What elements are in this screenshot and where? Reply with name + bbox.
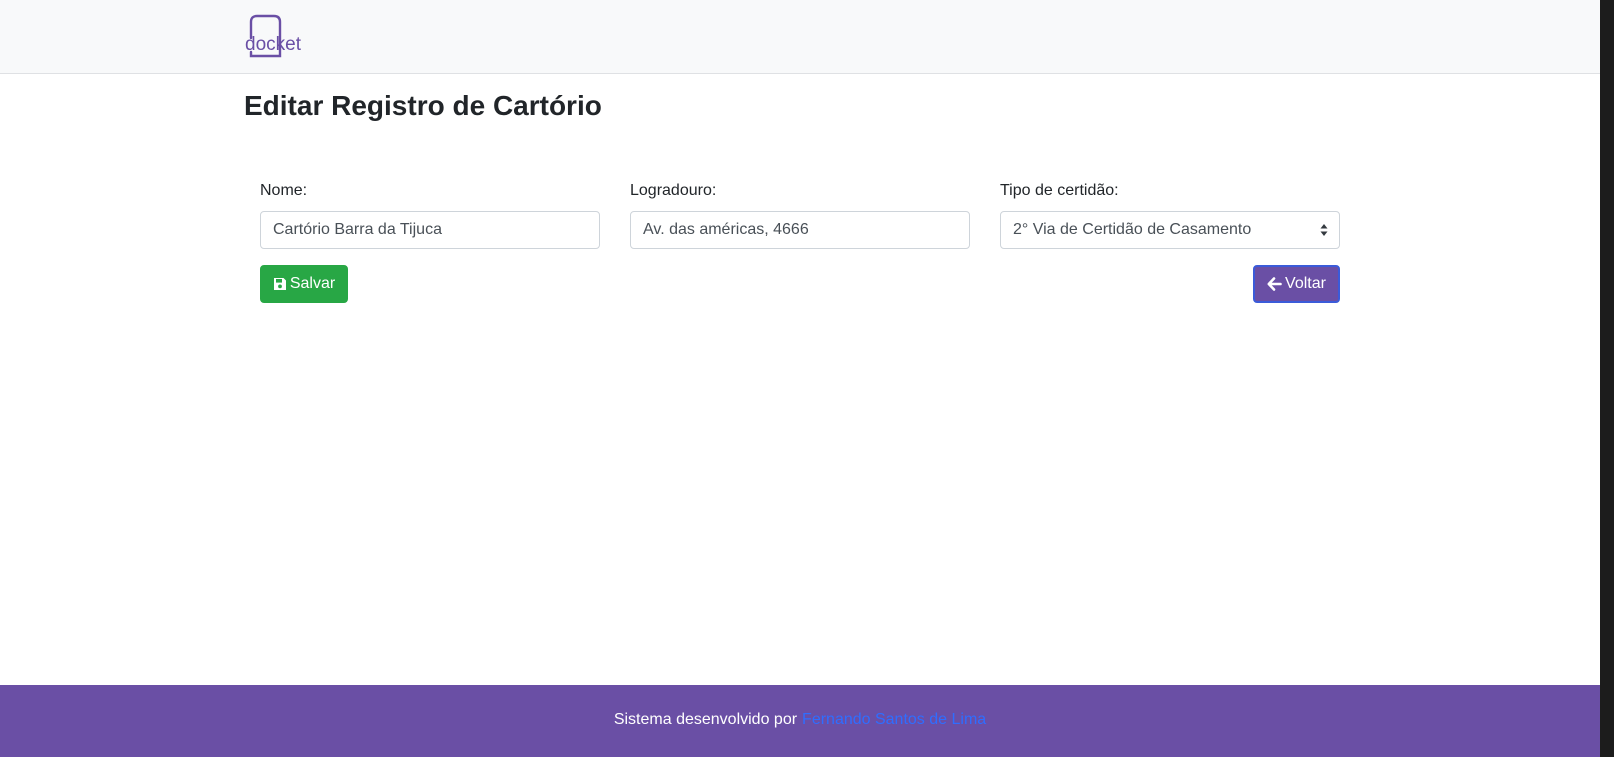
tipo-certidao-label: Tipo de certidão:	[1000, 182, 1119, 199]
arrow-left-icon	[1267, 277, 1282, 291]
save-icon	[273, 277, 287, 291]
save-button[interactable]: Salvar	[260, 265, 348, 303]
logradouro-label: Logradouro:	[630, 182, 717, 199]
footer-text: Sistema desenvolvido por	[613, 711, 798, 728]
logo-wordmark: docket	[245, 34, 302, 55]
nome-label: Nome:	[260, 182, 308, 199]
select-arrows-icon	[1320, 224, 1328, 236]
logradouro-input[interactable]: Av. das américas, 4666	[630, 211, 970, 249]
page-viewport: docket Editar Registro de Cartório Nome:…	[0, 0, 1600, 757]
docket-logo-mark: docket	[245, 14, 302, 58]
footer-author-link[interactable]: Fernando Santos de Lima	[802, 711, 986, 729]
save-button-label: Salvar	[289, 275, 336, 292]
back-button[interactable]: Voltar	[1253, 265, 1340, 303]
page-title: Editar Registro de Cartório	[244, 90, 602, 121]
tipo-certidao-selected: 2° Via de Certidão de Casamento	[1013, 221, 1252, 238]
nome-input[interactable]: Cartório Barra da Tijuca	[260, 211, 600, 249]
page-footer: Sistema desenvolvido por Fernando Santos…	[0, 685, 1600, 757]
top-navbar: docket	[0, 0, 1600, 74]
nome-input-value: Cartório Barra da Tijuca	[273, 221, 442, 238]
back-button-label: Voltar	[1285, 275, 1326, 292]
window-edge	[1600, 0, 1614, 757]
tipo-certidao-select[interactable]: 2° Via de Certidão de Casamento	[1000, 211, 1340, 249]
docket-logo[interactable]: docket	[244, 14, 308, 60]
logradouro-input-value: Av. das américas, 4666	[643, 221, 809, 238]
